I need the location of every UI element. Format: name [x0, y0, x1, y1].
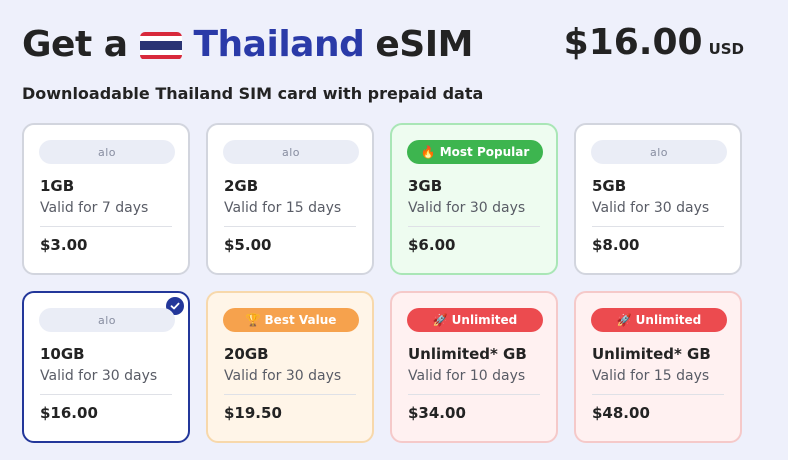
thailand-flag-icon: [139, 31, 182, 60]
fire-icon: 🔥: [420, 145, 436, 159]
divider: [224, 226, 356, 227]
plan-validity: Valid for 7 days: [40, 200, 149, 216]
page-title: Get a Thailand eSIM: [22, 24, 473, 65]
carrier-logo: alo: [591, 140, 727, 164]
plan-data: 5GB: [592, 177, 627, 195]
divider: [224, 394, 356, 395]
plan-card-20gb[interactable]: 🏆 Best Value 20GB Valid for 30 days $19.5…: [206, 291, 374, 443]
plan-card-10gb[interactable]: alo 10GB Valid for 30 days $16.00: [22, 291, 190, 443]
plan-validity: Valid for 30 days: [224, 368, 342, 384]
badge-label: Unlimited: [635, 313, 702, 327]
plan-validity: Valid for 30 days: [40, 368, 158, 384]
badge-label: Unlimited: [451, 313, 518, 327]
divider: [408, 394, 540, 395]
best-value-badge: 🏆 Best Value: [223, 308, 359, 332]
plan-price: $3.00: [40, 236, 88, 254]
plan-price: $5.00: [224, 236, 272, 254]
plan-grid: alo 1GB Valid for 7 days $3.00 alo 2GB V…: [22, 123, 742, 443]
divider: [408, 226, 540, 227]
price-amount: $16.00: [563, 22, 703, 63]
badge-label: Best Value: [264, 313, 337, 327]
plan-validity: Valid for 15 days: [592, 368, 710, 384]
plan-price: $16.00: [40, 404, 98, 422]
unlimited-badge: 🚀 Unlimited: [591, 308, 727, 332]
carrier-logo-text: alo: [281, 145, 301, 159]
carrier-logo: alo: [39, 308, 175, 332]
unlimited-badge: 🚀 Unlimited: [407, 308, 543, 332]
plan-price: $48.00: [592, 404, 650, 422]
page-subtitle: Downloadable Thailand SIM card with prep…: [22, 84, 484, 103]
plan-card-3gb[interactable]: 🔥 Most Popular 3GB Valid for 30 days $6.0…: [390, 123, 558, 275]
plan-card-2gb[interactable]: alo 2GB Valid for 15 days $5.00: [206, 123, 374, 275]
plan-data: Unlimited* GB: [408, 345, 527, 363]
carrier-logo-text: alo: [649, 145, 669, 159]
carrier-logo: alo: [223, 140, 359, 164]
plan-price: $8.00: [592, 236, 640, 254]
plan-validity: Valid for 10 days: [408, 368, 526, 384]
plan-data: 3GB: [408, 177, 443, 195]
rocket-icon: 🚀: [616, 313, 632, 327]
plan-validity: Valid for 30 days: [592, 200, 710, 216]
plan-card-1gb[interactable]: alo 1GB Valid for 7 days $3.00: [22, 123, 190, 275]
plan-data: Unlimited* GB: [592, 345, 711, 363]
plan-validity: Valid for 30 days: [408, 200, 526, 216]
page-header: Get a Thailand eSIM $16.00 USD: [22, 22, 762, 72]
plan-card-unlimited-10-days[interactable]: 🚀 Unlimited Unlimited* GB Valid for 10 da…: [390, 291, 558, 443]
selected-price: $16.00 USD: [564, 22, 744, 63]
plan-data: 20GB: [224, 345, 269, 363]
title-country: Thailand: [193, 24, 365, 65]
carrier-logo-text: alo: [97, 145, 117, 159]
plan-data: 1GB: [40, 177, 75, 195]
plan-card-unlimited-15-days[interactable]: 🚀 Unlimited Unlimited* GB Valid for 15 da…: [574, 291, 742, 443]
divider: [592, 394, 724, 395]
plan-data: 2GB: [224, 177, 259, 195]
plan-card-5gb[interactable]: alo 5GB Valid for 30 days $8.00: [574, 123, 742, 275]
divider: [40, 226, 172, 227]
most-popular-badge: 🔥 Most Popular: [407, 140, 543, 164]
plan-validity: Valid for 15 days: [224, 200, 342, 216]
title-prefix: Get a: [22, 24, 128, 65]
plan-data: 10GB: [40, 345, 85, 363]
plan-price: $19.50: [224, 404, 282, 422]
trophy-icon: 🏆: [245, 313, 261, 327]
carrier-logo: alo: [39, 140, 175, 164]
title-suffix: eSIM: [375, 24, 473, 65]
carrier-logo-text: alo: [97, 313, 117, 327]
rocket-icon: 🚀: [432, 313, 448, 327]
price-currency: USD: [708, 40, 744, 58]
plan-price: $6.00: [408, 236, 456, 254]
plan-price: $34.00: [408, 404, 466, 422]
badge-label: Most Popular: [439, 145, 530, 159]
divider: [592, 226, 724, 227]
divider: [40, 394, 172, 395]
